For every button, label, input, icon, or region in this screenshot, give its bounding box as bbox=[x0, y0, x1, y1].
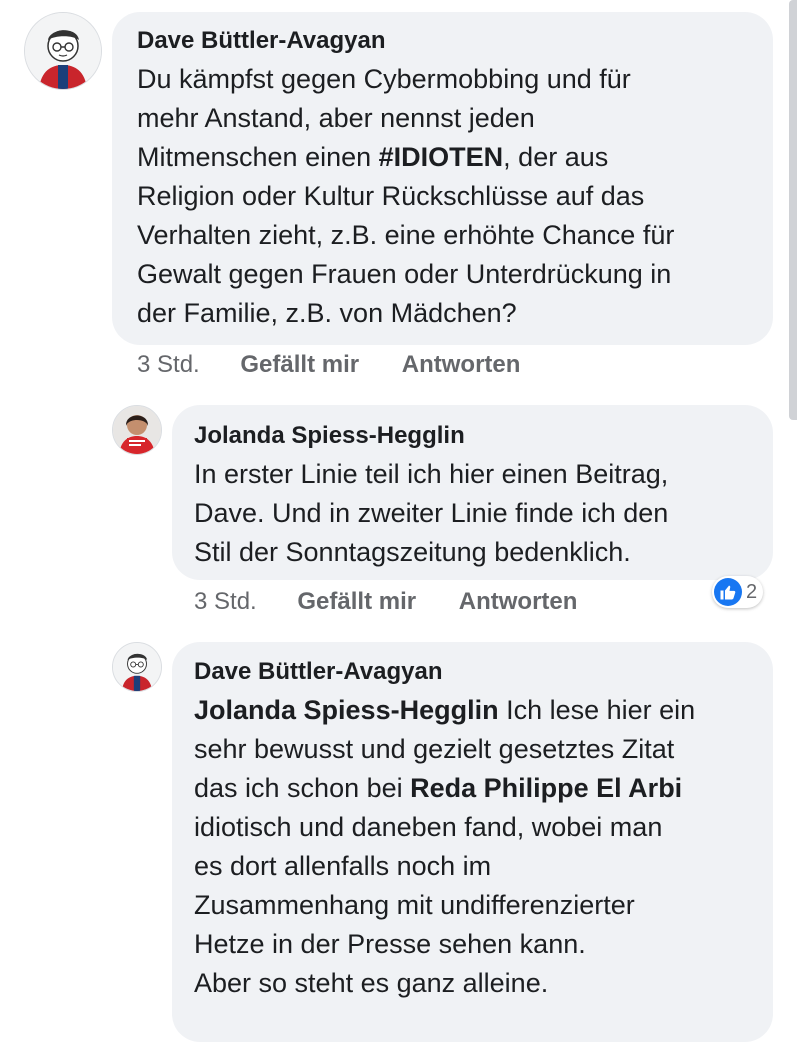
comment-line: Dave. Und in zweiter Linie finde ich den bbox=[194, 498, 669, 528]
comment-text: Jolanda Spiess-Hegglin Ich lese hier ein… bbox=[194, 691, 695, 1003]
like-icon bbox=[714, 578, 742, 606]
comment-line: Verhalten zieht, z.B. eine erhöhte Chanc… bbox=[137, 220, 675, 250]
timestamp[interactable]: 3 Std. bbox=[194, 588, 257, 615]
avatar[interactable] bbox=[24, 12, 102, 90]
comment-line: Stil der Sonntagszeitung bedenklich. bbox=[194, 537, 631, 567]
like-button[interactable]: Gefällt mir bbox=[297, 588, 416, 615]
comment-text: Du kämpfst gegen Cybermobbing und für me… bbox=[137, 60, 674, 333]
avatar[interactable] bbox=[112, 405, 162, 455]
comment-author[interactable]: Dave Büttler-Avagyan bbox=[137, 27, 386, 55]
comment-line: es dort allenfalls noch im bbox=[194, 851, 492, 881]
reply-button[interactable]: Antworten bbox=[459, 588, 578, 615]
comment-line: Mitmenschen einen #IDIOTEN, der aus bbox=[137, 142, 609, 172]
comment-author[interactable]: Dave Büttler-Avagyan bbox=[194, 658, 443, 686]
scrollbar[interactable] bbox=[789, 0, 797, 420]
like-button[interactable]: Gefällt mir bbox=[240, 351, 359, 378]
comment-line: Zusammenhang mit undifferenzierter bbox=[194, 890, 635, 920]
mention-link[interactable]: Reda Philippe El Arbi bbox=[410, 773, 682, 803]
comment-text: In erster Linie teil ich hier einen Beit… bbox=[194, 455, 668, 572]
mention-link[interactable]: Jolanda Spiess-Hegglin bbox=[194, 695, 499, 725]
comment-line: der Familie, z.B. von Mädchen? bbox=[137, 298, 517, 328]
comment-actions: 3 Std. Gefällt mir Antworten bbox=[194, 588, 577, 616]
hashtag-link[interactable]: #IDIOTEN bbox=[379, 142, 504, 172]
comment-line: Aber so steht es ganz alleine. bbox=[194, 968, 549, 998]
reaction-summary[interactable]: 2 bbox=[712, 576, 764, 608]
comment-line: mehr Anstand, aber nennst jeden bbox=[137, 103, 535, 133]
comment-line: Hetze in der Presse sehen kann. bbox=[194, 929, 586, 959]
comment-line: sehr bewusst und gezielt gesetztes Zitat bbox=[194, 734, 675, 764]
avatar[interactable] bbox=[112, 642, 162, 692]
comment-line: Gewalt gegen Frauen oder Unterdrückung i… bbox=[137, 259, 672, 289]
reaction-count: 2 bbox=[746, 580, 758, 603]
timestamp[interactable]: 3 Std. bbox=[137, 351, 200, 378]
comment-line: Religion oder Kultur Rückschlüsse auf da… bbox=[137, 181, 645, 211]
comment-line: idiotisch und daneben fand, wobei man bbox=[194, 812, 663, 842]
comment-line: Jolanda Spiess-Hegglin Ich lese hier ein bbox=[194, 695, 696, 725]
comment-actions: 3 Std. Gefällt mir Antworten bbox=[137, 351, 520, 379]
comment-author[interactable]: Jolanda Spiess-Hegglin bbox=[194, 422, 465, 450]
comment-line: das ich schon bei Reda Philippe El Arbi bbox=[194, 773, 683, 803]
avatar-illustration-icon bbox=[113, 643, 161, 691]
comment-line: Du kämpfst gegen Cybermobbing und für bbox=[137, 64, 631, 94]
comment-line: In erster Linie teil ich hier einen Beit… bbox=[194, 459, 669, 489]
reply-button[interactable]: Antworten bbox=[402, 351, 521, 378]
avatar-photo-icon bbox=[113, 406, 161, 454]
avatar-illustration-icon bbox=[25, 13, 101, 89]
